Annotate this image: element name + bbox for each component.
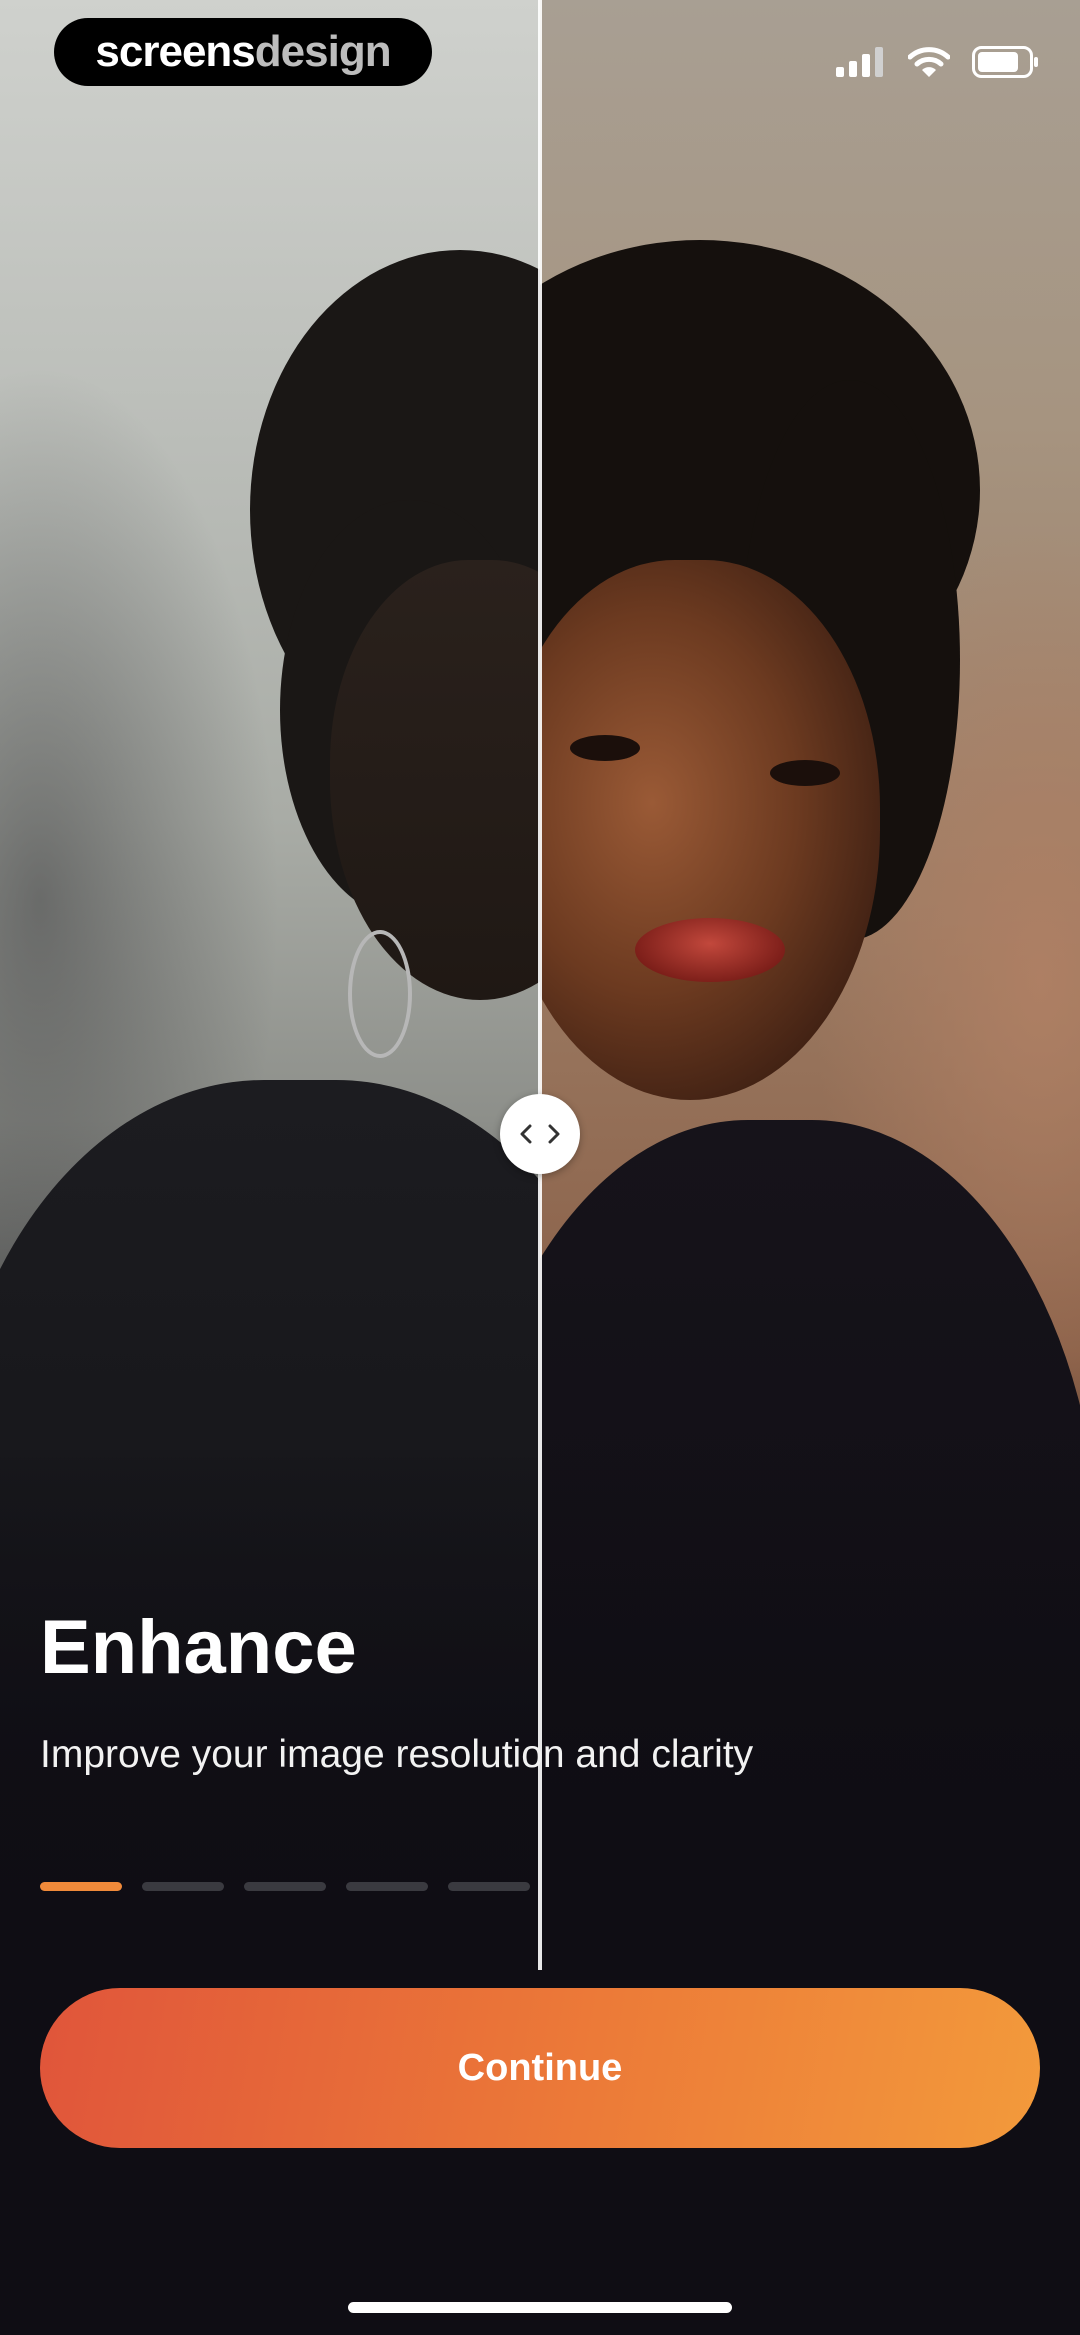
page-dot [346, 1882, 428, 1891]
onboarding-title: Enhance [40, 1605, 357, 1690]
cellular-signal-icon [836, 47, 883, 77]
wifi-icon [908, 47, 950, 77]
page-dot [142, 1882, 224, 1891]
comparison-divider[interactable] [538, 0, 542, 1970]
status-bar [836, 40, 1040, 84]
home-indicator[interactable] [348, 2302, 732, 2313]
page-dot-active [40, 1882, 122, 1891]
page-dot [244, 1882, 326, 1891]
page-indicator [40, 1882, 530, 1891]
brand-logo: screens design [54, 18, 432, 86]
battery-icon [972, 46, 1038, 78]
continue-button[interactable]: Continue [40, 1988, 1040, 2148]
page-dot [448, 1882, 530, 1891]
chevrons-left-right-icon [520, 1124, 560, 1144]
onboarding-subtitle: Improve your image resolution and clarit… [40, 1733, 754, 1776]
comparison-slider-handle[interactable] [500, 1094, 580, 1174]
